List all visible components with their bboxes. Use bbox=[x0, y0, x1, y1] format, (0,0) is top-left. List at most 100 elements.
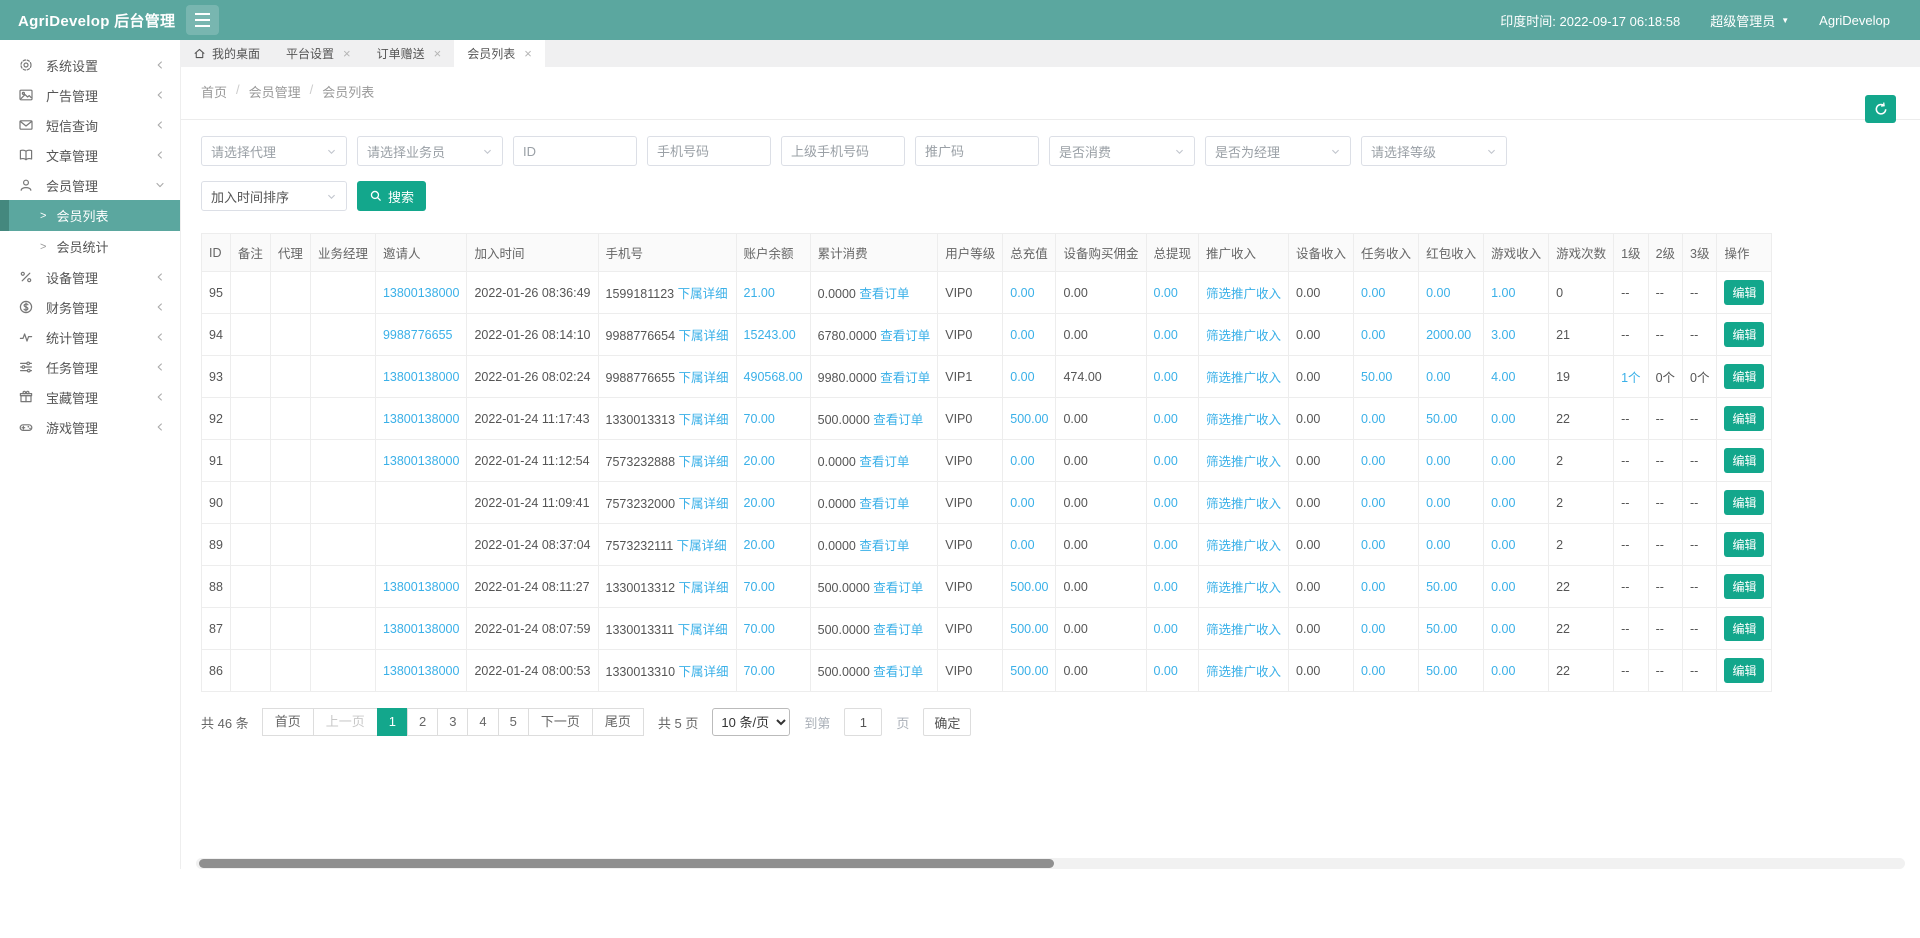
cell-balance[interactable]: 70.00 bbox=[736, 608, 810, 650]
page-button-2[interactable]: 2 bbox=[407, 708, 438, 736]
view-orders-link[interactable]: 查看订单 bbox=[880, 371, 930, 385]
promo-income-filter-link[interactable]: 筛选推广收入 bbox=[1206, 413, 1281, 427]
tab-order-gift[interactable]: 订单赠送× bbox=[364, 40, 455, 67]
sidebar-item-article-management[interactable]: 文章管理 bbox=[0, 140, 180, 170]
sidebar-subitem-member-stats[interactable]: >会员统计 bbox=[0, 231, 180, 262]
cell-task[interactable]: 0.00 bbox=[1354, 608, 1419, 650]
cell-l1[interactable]: 1个 bbox=[1614, 356, 1648, 398]
cell-red[interactable]: 50.00 bbox=[1419, 650, 1484, 692]
tab-my-desktop[interactable]: 我的桌面 bbox=[180, 40, 273, 67]
filter-select-agent[interactable]: 请选择代理 bbox=[201, 136, 347, 166]
edit-button[interactable]: 编辑 bbox=[1724, 364, 1764, 389]
subordinate-detail-link[interactable]: 下属详细 bbox=[679, 371, 729, 385]
search-button[interactable]: 搜索 bbox=[357, 181, 426, 211]
sidebar-toggle-button[interactable] bbox=[186, 5, 219, 35]
cell-balance[interactable]: 490568.00 bbox=[736, 356, 810, 398]
horizontal-scrollbar-thumb[interactable] bbox=[199, 859, 1054, 868]
cell-recharge[interactable]: 0.00 bbox=[1003, 356, 1056, 398]
edit-button[interactable]: 编辑 bbox=[1724, 532, 1764, 557]
sidebar-item-task-management[interactable]: 任务管理 bbox=[0, 352, 180, 382]
edit-button[interactable]: 编辑 bbox=[1724, 574, 1764, 599]
subordinate-detail-link[interactable]: 下属详细 bbox=[678, 287, 728, 301]
cell-recharge[interactable]: 0.00 bbox=[1003, 272, 1056, 314]
view-orders-link[interactable]: 查看订单 bbox=[873, 413, 923, 427]
promo-income-filter-link[interactable]: 筛选推广收入 bbox=[1206, 287, 1281, 301]
sidebar-item-device-management[interactable]: 设备管理 bbox=[0, 262, 180, 292]
cell-recharge[interactable]: 0.00 bbox=[1003, 314, 1056, 356]
cell-inviter[interactable]: 13800138000 bbox=[375, 356, 466, 398]
subordinate-detail-link[interactable]: 下属详细 bbox=[677, 539, 727, 553]
edit-button[interactable]: 编辑 bbox=[1724, 322, 1764, 347]
cell-game[interactable]: 0.00 bbox=[1484, 440, 1549, 482]
cell-balance[interactable]: 70.00 bbox=[736, 566, 810, 608]
promo-income-filter-link[interactable]: 筛选推广收入 bbox=[1206, 581, 1281, 595]
view-orders-link[interactable]: 查看订单 bbox=[873, 581, 923, 595]
sidebar-item-system-settings[interactable]: 系统设置 bbox=[0, 50, 180, 80]
cell-task[interactable]: 0.00 bbox=[1354, 524, 1419, 566]
tab-platform-settings[interactable]: 平台设置× bbox=[273, 40, 364, 67]
cell-task[interactable]: 0.00 bbox=[1354, 398, 1419, 440]
cell-inviter[interactable]: 13800138000 bbox=[375, 566, 466, 608]
view-orders-link[interactable]: 查看订单 bbox=[859, 539, 909, 553]
subordinate-detail-link[interactable]: 下属详细 bbox=[679, 497, 729, 511]
subordinate-detail-link[interactable]: 下属详细 bbox=[679, 581, 729, 595]
horizontal-scrollbar[interactable] bbox=[196, 858, 1905, 869]
cell-withdraw[interactable]: 0.00 bbox=[1146, 608, 1199, 650]
cell-red[interactable]: 0.00 bbox=[1419, 482, 1484, 524]
cell-withdraw[interactable]: 0.00 bbox=[1146, 650, 1199, 692]
cell-red[interactable]: 50.00 bbox=[1419, 608, 1484, 650]
sidebar-item-treasure-management[interactable]: 宝藏管理 bbox=[0, 382, 180, 412]
promo-income-filter-link[interactable]: 筛选推广收入 bbox=[1206, 329, 1281, 343]
edit-button[interactable]: 编辑 bbox=[1724, 280, 1764, 305]
role-dropdown[interactable]: 超级管理员 ▼ bbox=[1710, 11, 1789, 30]
cell-task[interactable]: 0.00 bbox=[1354, 314, 1419, 356]
view-orders-link[interactable]: 查看订单 bbox=[873, 665, 923, 679]
cell-inviter[interactable]: 13800138000 bbox=[375, 650, 466, 692]
goto-page-input[interactable] bbox=[844, 708, 882, 736]
cell-game[interactable]: 0.00 bbox=[1484, 608, 1549, 650]
cell-red[interactable]: 0.00 bbox=[1419, 272, 1484, 314]
page-button-3[interactable]: 3 bbox=[437, 708, 468, 736]
cell-game[interactable]: 4.00 bbox=[1484, 356, 1549, 398]
promo-income-filter-link[interactable]: 筛选推广收入 bbox=[1206, 497, 1281, 511]
cell-red[interactable]: 50.00 bbox=[1419, 566, 1484, 608]
cell-withdraw[interactable]: 0.00 bbox=[1146, 566, 1199, 608]
promo-income-filter-link[interactable]: 筛选推广收入 bbox=[1206, 665, 1281, 679]
cell-task[interactable]: 0.00 bbox=[1354, 650, 1419, 692]
edit-button[interactable]: 编辑 bbox=[1724, 490, 1764, 515]
promo-income-filter-link[interactable]: 筛选推广收入 bbox=[1206, 623, 1281, 637]
subordinate-detail-link[interactable]: 下属详细 bbox=[679, 329, 729, 343]
cell-inviter[interactable]: 13800138000 bbox=[375, 440, 466, 482]
edit-button[interactable]: 编辑 bbox=[1724, 406, 1764, 431]
breadcrumb-item[interactable]: 会员管理 bbox=[249, 82, 301, 101]
cell-recharge[interactable]: 500.00 bbox=[1003, 650, 1056, 692]
sidebar-item-sms-query[interactable]: 短信查询 bbox=[0, 110, 180, 140]
cell-game[interactable]: 0.00 bbox=[1484, 482, 1549, 524]
cell-balance[interactable]: 70.00 bbox=[736, 650, 810, 692]
sidebar-subitem-member-list[interactable]: >会员列表 bbox=[0, 200, 180, 231]
cell-game[interactable]: 1.00 bbox=[1484, 272, 1549, 314]
filter-select-is-manager[interactable]: 是否为经理 bbox=[1205, 136, 1351, 166]
cell-withdraw[interactable]: 0.00 bbox=[1146, 398, 1199, 440]
cell-balance[interactable]: 15243.00 bbox=[736, 314, 810, 356]
filter-input-phone[interactable] bbox=[647, 136, 771, 166]
filter-input-parent-phone[interactable] bbox=[781, 136, 905, 166]
filter-input-id[interactable] bbox=[513, 136, 637, 166]
cell-inviter[interactable]: 13800138000 bbox=[375, 608, 466, 650]
cell-task[interactable]: 50.00 bbox=[1354, 356, 1419, 398]
tab-member-list[interactable]: 会员列表× bbox=[454, 40, 545, 67]
cell-red[interactable]: 50.00 bbox=[1419, 398, 1484, 440]
sidebar-item-member-management[interactable]: 会员管理 bbox=[0, 170, 180, 200]
sidebar-item-ad-management[interactable]: 广告管理 bbox=[0, 80, 180, 110]
cell-recharge[interactable]: 0.00 bbox=[1003, 440, 1056, 482]
cell-recharge[interactable]: 500.00 bbox=[1003, 608, 1056, 650]
cell-game[interactable]: 3.00 bbox=[1484, 314, 1549, 356]
cell-red[interactable]: 0.00 bbox=[1419, 356, 1484, 398]
close-icon[interactable]: × bbox=[434, 46, 442, 61]
cell-withdraw[interactable]: 0.00 bbox=[1146, 272, 1199, 314]
cell-red[interactable]: 0.00 bbox=[1419, 524, 1484, 566]
subordinate-detail-link[interactable]: 下属详细 bbox=[679, 455, 729, 469]
edit-button[interactable]: 编辑 bbox=[1724, 658, 1764, 683]
close-icon[interactable]: × bbox=[343, 46, 351, 61]
view-orders-link[interactable]: 查看订单 bbox=[859, 497, 909, 511]
